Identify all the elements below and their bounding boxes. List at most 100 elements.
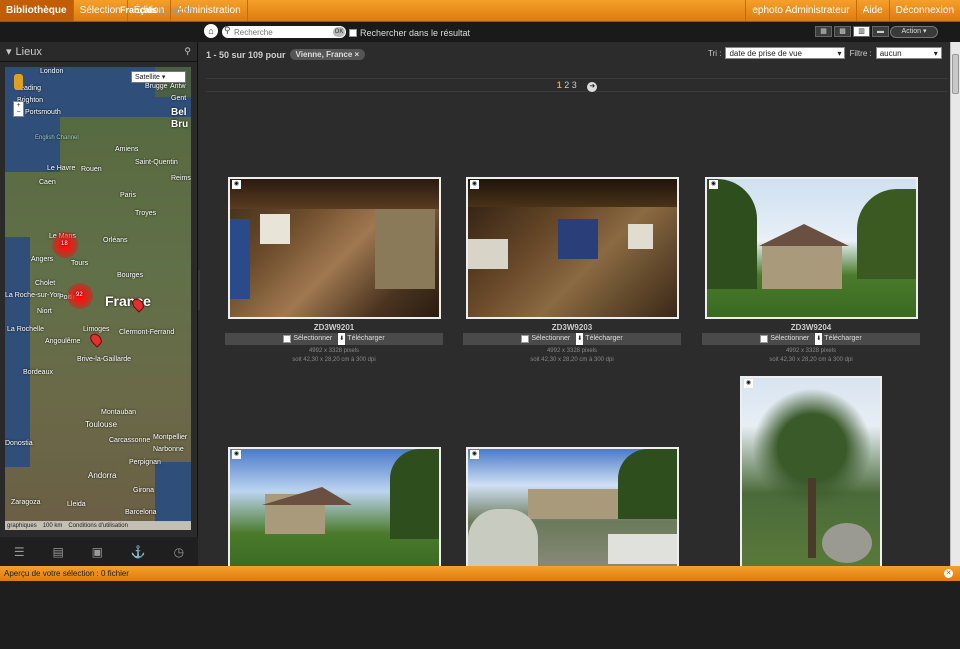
map-label: La Roche-sur-Yon bbox=[5, 292, 62, 299]
geotag-icon: ◉ bbox=[232, 180, 241, 189]
photo-thumbnail[interactable]: ◉ bbox=[466, 177, 679, 319]
home-icon[interactable]: ⌂ bbox=[204, 24, 218, 38]
photo-title: ZD3W9201 bbox=[313, 323, 355, 332]
photo-house bbox=[528, 489, 618, 519]
select-button[interactable]: Sélectionner bbox=[760, 333, 809, 345]
action-label: Action bbox=[901, 28, 921, 35]
download-icon: ⬇ bbox=[576, 333, 584, 345]
map-pin-icon[interactable] bbox=[87, 331, 105, 348]
sidebar-tabs: ☰ ▤ ▣ ⚓ ◷ bbox=[0, 537, 198, 566]
map[interactable]: London Brugge Antw Gent Reading Brighton… bbox=[5, 67, 191, 530]
selection-preview-bar[interactable]: Aperçu de votre sélection : 0 fichier ✕ bbox=[0, 566, 960, 581]
map-label: Tours bbox=[71, 260, 89, 267]
map-label: Troyes bbox=[135, 210, 157, 217]
history-clock-icon[interactable]: ◷ bbox=[174, 545, 184, 559]
search-icon[interactable]: ⚲ bbox=[184, 46, 191, 57]
refine-search[interactable]: Rechercher dans le résultat bbox=[349, 28, 470, 38]
view-list-icon[interactable]: ▦ bbox=[815, 26, 832, 37]
logout-link[interactable]: Déconnexion bbox=[888, 0, 960, 21]
lang-french[interactable]: Français bbox=[120, 5, 157, 15]
action-menu-button[interactable]: Action ▾ bbox=[890, 26, 938, 38]
map-label: Girona bbox=[133, 487, 155, 494]
selection-tray bbox=[0, 581, 960, 649]
select-checkbox[interactable] bbox=[760, 335, 769, 343]
map-zoom-control[interactable]: + − bbox=[13, 101, 24, 117]
select-checkbox[interactable] bbox=[283, 335, 292, 343]
map-scale: 100 km bbox=[42, 522, 63, 529]
map-label: Antw bbox=[170, 83, 186, 90]
sidebar-header[interactable]: ▾ Lieux ⚲ bbox=[0, 42, 197, 62]
select-button[interactable]: Sélectionner bbox=[521, 333, 570, 345]
lang-english[interactable]: English bbox=[164, 5, 194, 15]
photo-thumbnail[interactable]: ◉ bbox=[228, 447, 441, 566]
select-checkbox[interactable] bbox=[521, 335, 530, 343]
map-label: Angoulême bbox=[45, 338, 81, 345]
map-sea bbox=[155, 462, 191, 522]
view-mode-switch: ▦ ▩ ▥ ▬ bbox=[815, 26, 889, 37]
view-grid-small-icon[interactable]: ▩ bbox=[834, 26, 851, 37]
selection-preview-label: Aperçu de votre sélection : 0 fichier bbox=[4, 569, 129, 578]
filter-select[interactable]: aucun ▾ bbox=[875, 47, 942, 59]
download-button[interactable]: ⬇ Télécharger bbox=[576, 333, 623, 345]
filter-value: aucun bbox=[879, 48, 902, 58]
geotag-icon: ◉ bbox=[470, 180, 479, 189]
page-link[interactable]: 2 bbox=[564, 80, 569, 90]
photo-thumbnail[interactable]: ◉ bbox=[228, 177, 441, 319]
search-ok-button[interactable]: OK bbox=[333, 27, 345, 37]
vertical-scrollbar[interactable] bbox=[950, 42, 960, 566]
photo-fireplace bbox=[375, 209, 435, 289]
map-terms-link[interactable]: Conditions d'utilisation bbox=[68, 523, 128, 529]
next-page-icon[interactable]: ➜ bbox=[587, 82, 598, 92]
map-sea bbox=[5, 237, 30, 467]
download-button[interactable]: ⬇ Télécharger bbox=[338, 333, 385, 345]
map-label: English Channel bbox=[35, 135, 79, 141]
photo-dimensions: 4992 x 3328 pixels bbox=[308, 348, 360, 354]
sort-select[interactable]: date de prise de vue ▾ bbox=[725, 47, 846, 59]
map-type-select[interactable]: Satellite ▾ bbox=[131, 71, 186, 83]
photo-tree bbox=[618, 449, 677, 519]
street-view-pegman-icon[interactable] bbox=[14, 74, 23, 90]
map-type-label: Satellite bbox=[135, 74, 160, 81]
photo-thumbnail[interactable]: ◉ bbox=[705, 177, 918, 319]
photo-thumbnail[interactable]: ◉ bbox=[466, 447, 679, 566]
geotag-icon: ◉ bbox=[709, 180, 718, 189]
page-link[interactable]: 3 bbox=[572, 80, 577, 90]
view-grid-large-icon[interactable]: ▥ bbox=[853, 26, 870, 37]
map-label: Montauban bbox=[101, 409, 137, 416]
map-label: Niort bbox=[37, 308, 52, 315]
user-link[interactable]: ephoto Administrateur bbox=[745, 0, 855, 21]
photo-print-size: soit 42,30 x 28,20 cm à 300 dpi bbox=[769, 357, 853, 363]
download-label: Télécharger bbox=[585, 335, 623, 342]
list-tree-icon[interactable]: ☰ bbox=[14, 545, 25, 559]
photo-ceiling bbox=[468, 179, 677, 207]
map-label: Bourges bbox=[117, 272, 144, 279]
photo-thumbnail[interactable]: ◉ bbox=[740, 376, 882, 566]
album-icon[interactable]: ▣ bbox=[92, 545, 103, 559]
map-label: Angers bbox=[31, 256, 54, 263]
map-label: Barcelona bbox=[125, 509, 157, 516]
download-button[interactable]: ⬇ Télécharger bbox=[815, 333, 862, 345]
scrollbar-thumb[interactable] bbox=[952, 54, 959, 94]
map-label: Orléans bbox=[103, 237, 128, 244]
search-icon: ⚲ bbox=[224, 25, 231, 35]
help-link[interactable]: Aide bbox=[855, 0, 889, 21]
catalog-icon[interactable]: ▤ bbox=[52, 545, 63, 559]
anchor-location-icon[interactable]: ⚓ bbox=[131, 545, 146, 559]
page-link[interactable]: 1 bbox=[557, 80, 562, 90]
select-button[interactable]: Sélectionner bbox=[283, 333, 332, 345]
select-label: Sélectionner bbox=[531, 335, 571, 342]
map-label: Bru bbox=[171, 119, 189, 130]
view-single-icon[interactable]: ▬ bbox=[872, 26, 889, 37]
location-filter-tag[interactable]: Vienne, France × bbox=[289, 49, 366, 60]
map-label: Donostia bbox=[5, 440, 33, 447]
geotag-icon: ◉ bbox=[744, 379, 753, 388]
pagination: 1 2 3 ➜ bbox=[206, 78, 948, 92]
map-label: Portsmouth bbox=[25, 109, 61, 116]
close-icon[interactable]: ✕ bbox=[944, 569, 953, 578]
search-input[interactable] bbox=[222, 26, 322, 39]
result-summary: 1 - 50 sur 109 pour Vienne, France × bbox=[206, 49, 366, 60]
tab-bibliotheque[interactable]: Bibliothèque bbox=[0, 0, 74, 21]
map-label: Amiens bbox=[115, 146, 139, 153]
refine-checkbox[interactable] bbox=[349, 29, 357, 37]
map-label: Zaragoza bbox=[11, 499, 41, 506]
